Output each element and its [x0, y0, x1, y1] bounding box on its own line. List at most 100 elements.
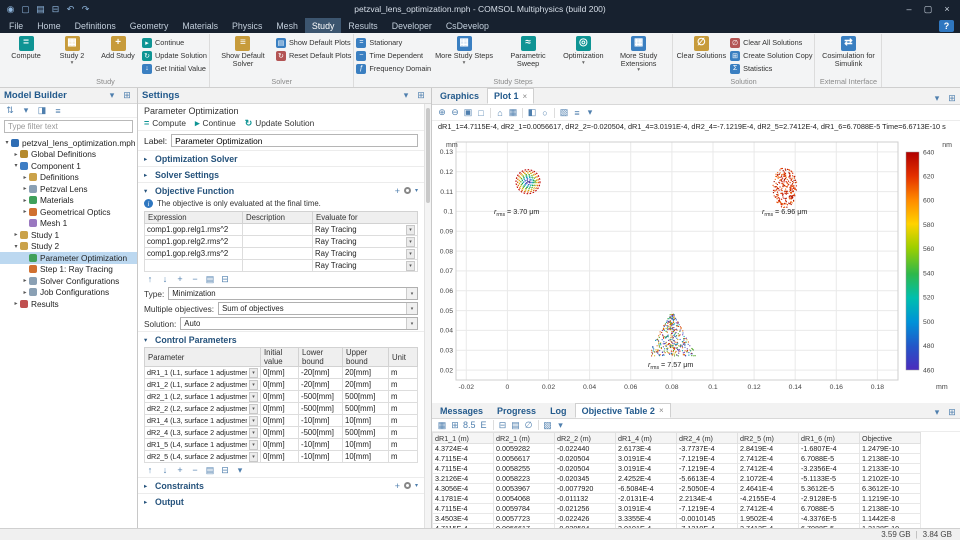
chevron-right-icon[interactable]: ▸	[21, 208, 29, 215]
table-cell[interactable]: 0.0058223	[494, 474, 555, 484]
lower-bound-cell[interactable]: -10[mm]	[299, 415, 343, 427]
unit-cell[interactable]: m	[389, 415, 418, 427]
go-to-default-view-icon[interactable]: ⌂	[494, 107, 506, 119]
continue-button[interactable]: ▸Continue	[195, 118, 236, 129]
upper-bound-cell[interactable]: 20[mm]	[343, 379, 389, 391]
table-row[interactable]: 4.7115E-40.0059784-0.0212563.0191E-4-7.1…	[433, 504, 960, 514]
table-cell[interactable]: 0.0059282	[494, 444, 555, 454]
table-cell[interactable]: 1.2133E-10	[860, 464, 921, 474]
column-header[interactable]: dR1_6 (m)	[799, 433, 860, 444]
gear-icon[interactable]	[404, 482, 411, 489]
table-cell[interactable]: 0.0058255	[494, 464, 555, 474]
column-header[interactable]: Upper bound	[343, 348, 389, 367]
update-solution-button[interactable]: ↻Update Solution	[245, 118, 315, 129]
print-icon[interactable]: ≡	[571, 107, 583, 119]
scene-light-icon[interactable]: ○	[539, 107, 551, 119]
upper-bound-cell[interactable]: 10[mm]	[343, 451, 389, 463]
combo-arrow-icon[interactable]: ▾	[249, 452, 258, 462]
upper-bound-cell[interactable]: 10[mm]	[343, 415, 389, 427]
table-cell[interactable]: 6.7088E-5	[799, 504, 860, 514]
model-builder-menu-icon[interactable]: ▾	[106, 90, 118, 102]
column-header[interactable]: Description	[243, 212, 313, 224]
initial-value-cell[interactable]: 0[mm]	[261, 439, 299, 451]
table-cell[interactable]: -4.2155E-4	[738, 494, 799, 504]
table-grid-icon[interactable]: ▦	[436, 419, 448, 431]
chevron-down-icon[interactable]: ▾	[12, 243, 20, 250]
zoom-extents-icon[interactable]: ▣	[462, 107, 474, 119]
description-cell[interactable]	[243, 236, 313, 248]
expression-cell[interactable]: comp1.gop.relg1.rms^2	[145, 224, 243, 236]
table-cell[interactable]: 3.0191E-4	[616, 464, 677, 474]
show-options-icon[interactable]: ◨	[36, 105, 48, 117]
tree-node-geometrical-optics[interactable]: ▸Geometrical Optics	[0, 206, 137, 218]
type-select[interactable]: Minimization ▾	[168, 287, 418, 300]
table-cell[interactable]: -5.1133E-5	[799, 474, 860, 484]
undock-panel-icon[interactable]: ⊞	[121, 90, 133, 102]
chevron-right-icon[interactable]: ▸	[21, 197, 29, 204]
tab-plot-1[interactable]: Plot 1 ×	[487, 88, 534, 104]
label-input[interactable]	[171, 134, 418, 147]
compute-button[interactable]: =Compute	[4, 34, 48, 77]
table-cell[interactable]: 6.7088E-5	[799, 454, 860, 464]
gear-icon[interactable]	[404, 187, 411, 194]
clear-solutions-button[interactable]: ∅Clear Solutions	[675, 34, 728, 77]
add-parameter-icon[interactable]: +	[174, 464, 186, 476]
zoom-in-icon[interactable]: ⊕	[436, 107, 448, 119]
menu-item-physics[interactable]: Physics	[225, 18, 269, 33]
table-row[interactable]: 4.3056E-40.0053967-0.0077920-6.5084E-4-2…	[433, 484, 960, 494]
undo-icon[interactable]: ↶	[64, 3, 77, 16]
combo-arrow-icon[interactable]: ▾	[249, 440, 258, 450]
description-cell[interactable]	[243, 260, 313, 272]
filter-input[interactable]	[4, 120, 133, 133]
combo-arrow-icon[interactable]: ▾	[406, 261, 415, 271]
more-options-icon[interactable]: ▾	[234, 464, 246, 476]
close-icon[interactable]: ×	[523, 92, 528, 101]
plot-table-icon[interactable]: ▧	[542, 419, 554, 431]
table-cell[interactable]: 1.2102E-10	[860, 474, 921, 484]
evaluate-for-cell[interactable]: Ray Tracing▾	[313, 260, 418, 272]
table-cell[interactable]: -2.0131E-4	[616, 494, 677, 504]
maximize-button[interactable]: ▢	[919, 2, 937, 16]
redo-icon[interactable]: ↷	[79, 3, 92, 16]
update-solution-button[interactable]: ↻Update Solution	[142, 50, 207, 61]
chevron-right-icon[interactable]: ▸	[12, 300, 20, 307]
table-cell[interactable]: -6.5084E-4	[616, 484, 677, 494]
clear-table-icon[interactable]: ∅	[523, 419, 535, 431]
table-cell[interactable]: 0.0056617	[494, 454, 555, 464]
combo-arrow-icon[interactable]: ▾	[249, 368, 258, 378]
expression-cell[interactable]: comp1.gop.relg2.rms^2	[145, 236, 243, 248]
chevron-right-icon[interactable]: ▸	[21, 289, 29, 296]
table-cell[interactable]: -7.1219E-4	[677, 504, 738, 514]
table-cell[interactable]: 3.0191E-4	[616, 504, 677, 514]
show-default-plots-button[interactable]: ▤Show Default Plots	[276, 37, 351, 48]
tree-node-global-definitions[interactable]: ▸Global Definitions	[0, 149, 137, 161]
optimization-button[interactable]: ◎Optimization▾	[561, 34, 606, 77]
table-cell[interactable]: 0.0059784	[494, 504, 555, 514]
combo-arrow-icon[interactable]: ▾	[249, 404, 258, 414]
table-cell[interactable]: 2.8419E-4	[738, 444, 799, 454]
lower-bound-cell[interactable]: -20[mm]	[299, 367, 343, 379]
tree-node-study-1[interactable]: ▸Study 1	[0, 229, 137, 241]
column-header[interactable]: dR2_1 (m)	[494, 433, 555, 444]
table-cell[interactable]: 3.4503E-4	[433, 514, 494, 524]
section-menu-icon[interactable]: ▾	[415, 482, 418, 489]
table-cell[interactable]: 6.3612E-10	[860, 484, 921, 494]
combo-arrow-icon[interactable]: ▾	[406, 225, 415, 235]
add-icon[interactable]: +	[395, 186, 400, 196]
chevron-right-icon[interactable]: ▸	[21, 174, 29, 181]
save-icon[interactable]: ⊟	[49, 3, 62, 16]
tree-node-job-configurations[interactable]: ▸Job Configurations	[0, 287, 137, 299]
multiple-objectives-select[interactable]: Sum of objectives ▾	[218, 302, 418, 315]
unit-cell[interactable]: m	[389, 439, 418, 451]
table-menu-icon[interactable]: ▾	[931, 406, 943, 418]
undock-panel-icon[interactable]: ⊞	[946, 406, 958, 418]
table-cell[interactable]: 4.7115E-4	[433, 504, 494, 514]
stationary-button[interactable]: =Stationary	[356, 37, 431, 48]
combo-arrow-icon[interactable]: ▾	[249, 428, 258, 438]
tree-node-study-2[interactable]: ▾Study 2	[0, 241, 137, 253]
table-cell[interactable]: 1.2138E-10	[860, 504, 921, 514]
close-icon[interactable]: ×	[659, 406, 664, 415]
table-cell[interactable]: 2.7412E-4	[738, 454, 799, 464]
table-cell[interactable]: -7.1219E-4	[677, 454, 738, 464]
load-table-icon[interactable]: ▤	[204, 273, 216, 285]
